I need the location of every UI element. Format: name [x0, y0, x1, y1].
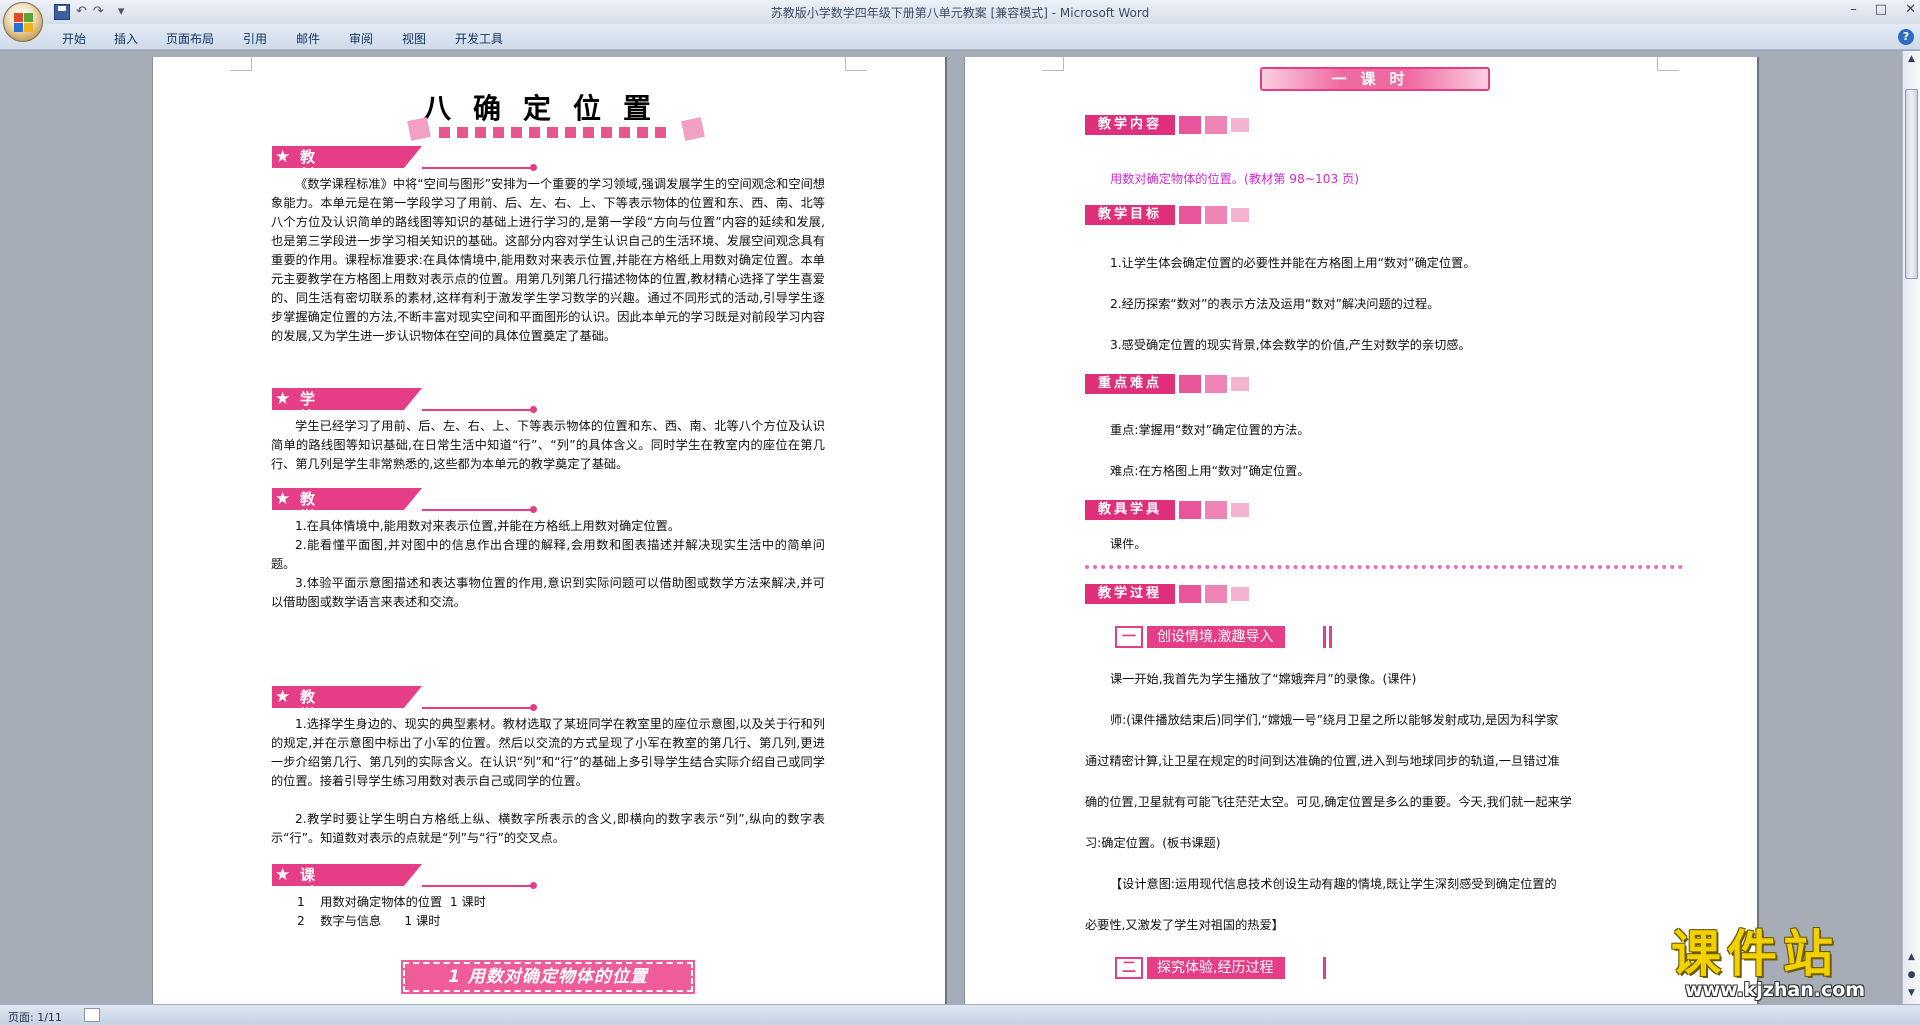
star-icon: ★ [275, 147, 291, 167]
scroll-up-icon[interactable]: ▲ [1905, 53, 1918, 66]
deco-dot [583, 127, 594, 138]
deco-dot [619, 127, 630, 138]
deco-dot [511, 127, 522, 138]
paragraph: 2.教学时要让学生明白方格纸上纵、横数字所表示的含义,即横向的数字表示“列”,纵… [271, 812, 825, 845]
process-line: 习:确定位置。(板书课题) [1085, 836, 1221, 850]
tab-page-layout[interactable]: 页面布局 [166, 30, 214, 47]
lesson-heading: 1 用数对确定物体的位置 [401, 960, 695, 994]
star-icon: ★ [275, 389, 291, 409]
page-indicator[interactable]: 页面: 1/11 [8, 1009, 62, 1025]
deco-dot [601, 127, 612, 138]
corner-mark [845, 57, 867, 71]
paragraph: 学生已经学习了用前、后、左、右、上、下等表示物体的位置和东、西、南、北等八个方位… [271, 419, 825, 471]
process-line: 确的位置,卫星就有可能飞往茫茫太空。可见,确定位置是多么的重要。今天,我们就一起… [1085, 795, 1572, 809]
process-line: 课一开始,我首先为学生播放了“嫦娥奔月”的录像。(课件) [1110, 672, 1417, 686]
tab-insert[interactable]: 插入 [114, 30, 138, 47]
customize-qat-icon[interactable]: ▾ [118, 4, 125, 20]
quick-access-toolbar: ↶ ↷ ▾ [50, 3, 124, 21]
status-bar: 页面: 1/11 [0, 1004, 1920, 1025]
tab-references[interactable]: 引用 [243, 30, 267, 47]
tab-home[interactable]: 开始 [62, 30, 86, 47]
content-line: 2.经历探索“数对”的表示方法及运用“数对”解决问题的过程。 [1110, 297, 1440, 311]
title-decoration [407, 117, 709, 141]
ribbon-tabs: 开始 插入 页面布局 引用 邮件 审阅 视图 开发工具 ? [0, 24, 1920, 50]
window-title: 苏教版小学数学四年级下册第八单元教案 [兼容模式] - Microsoft Wo… [770, 6, 1150, 20]
deco-dot [475, 127, 486, 138]
minimize-button[interactable]: – [1850, 2, 1857, 17]
save-icon[interactable] [54, 4, 70, 20]
office-button[interactable] [3, 2, 43, 42]
schedule-line: 1 用数对确定物体的位置 1 课时 [297, 895, 486, 909]
star-icon: ★ [275, 489, 291, 509]
title-bar: 苏教版小学数学四年级下册第八单元教案 [兼容模式] - Microsoft Wo… [0, 0, 1920, 24]
tab-mailings[interactable]: 邮件 [296, 30, 320, 47]
dotted-divider [1085, 565, 1683, 569]
content-line: 1.让学生体会确定位置的必要性并能在方格图上用“数对”确定位置。 [1110, 256, 1476, 270]
deco-dot [439, 127, 450, 138]
deco-dot [565, 127, 576, 138]
content-line: 难点:在方格图上用“数对”确定位置。 [1110, 464, 1310, 478]
lesson-title: 一课时 [1260, 67, 1490, 91]
schedule-line: 2 数字与信息 1 课时 [297, 914, 441, 928]
window-controls: – □ ✕ [1850, 2, 1916, 17]
paragraph: 2.能看懂平面图,并对图中的信息作出合理的解释,会用数和图表描述并解决现实生活中… [271, 538, 825, 571]
star-icon: ★ [275, 865, 291, 885]
deco-dot [493, 127, 504, 138]
deco-square [681, 117, 705, 141]
tab-view[interactable]: 视图 [402, 30, 426, 47]
content-line: 用数对确定物体的位置。(教材第 98~103 页) [1110, 172, 1360, 186]
deco-dot [637, 127, 648, 138]
deco-dot [655, 127, 666, 138]
deco-dot [547, 127, 558, 138]
vertical-scrollbar[interactable]: ▲ ▲ ● ▼ [1902, 51, 1920, 1004]
watermark-text: 课件站 [1671, 925, 1839, 983]
process-line: 必要性,又激发了学生对祖国的热爱】 [1085, 918, 1284, 932]
paragraph: 1.选择学生身边的、现实的典型素材。教材选取了某班同学在教室里的座位示意图,以及… [271, 717, 825, 788]
office-logo-icon [14, 13, 34, 33]
corner-mark [230, 57, 252, 71]
watermark-url: www.kjzhan.com [1685, 979, 1866, 1001]
site-watermark: 课件站 www.kjzhan.com [1667, 926, 1920, 1002]
proofing-icon[interactable] [84, 1008, 100, 1022]
undo-icon[interactable]: ↶ [76, 4, 87, 20]
process-line: 师:(课件播放结束后)同学们,“嫦娥一号”绕月卫星之所以能够发射成功,是因为科学… [1110, 713, 1559, 727]
corner-mark [1657, 57, 1679, 71]
corner-mark [1042, 57, 1064, 71]
deco-dot [529, 127, 540, 138]
process-line: 通过精密计算,让卫星在规定的时间到达准确的位置,进入到与地球同步的轨道,一旦错过… [1085, 754, 1560, 768]
paragraph: 3.体验平面示意图描述和表达事物位置的作用,意识到实际问题可以借助图或数学方法来… [271, 576, 825, 609]
content-line: 重点:掌握用“数对”确定位置的方法。 [1110, 423, 1310, 437]
star-icon: ★ [275, 687, 291, 707]
document-workspace: 八确定位置 ★ 教材分析 《数学课程标准》中将“空间与图形”安排为一个重要的学习… [0, 51, 1902, 1017]
help-icon[interactable]: ? [1898, 29, 1914, 45]
scroll-thumb[interactable] [1905, 89, 1918, 279]
maximize-button[interactable]: □ [1875, 2, 1887, 17]
deco-dot [457, 127, 468, 138]
content-line: 3.感受确定位置的现实背景,体会数学的价值,产生对数学的亲切感。 [1110, 338, 1471, 352]
content-line: 课件。 [1110, 537, 1147, 551]
deco-square [407, 117, 431, 141]
tab-review[interactable]: 审阅 [349, 30, 373, 47]
page-left[interactable]: 八确定位置 ★ 教材分析 《数学课程标准》中将“空间与图形”安排为一个重要的学习… [153, 57, 945, 1017]
tab-developer[interactable]: 开发工具 [455, 30, 503, 47]
paragraph: 1.在具体情境中,能用数对来表示位置,并能在方格纸上用数对确定位置。 [295, 519, 681, 533]
paragraph: 《数学课程标准》中将“空间与图形”安排为一个重要的学习领域,强调发展学生的空间观… [271, 177, 825, 343]
redo-icon[interactable]: ↷ [93, 4, 104, 20]
close-button[interactable]: ✕ [1905, 2, 1916, 17]
process-line: 【设计意图:运用现代信息技术创设生动有趣的情境,既让学生深刻感受到确定位置的 [1110, 877, 1557, 891]
page-right[interactable]: 一课时 教学内容 用数对确定物体的位置。(教材第 98~103 页) 教学目标 … [965, 57, 1757, 1017]
